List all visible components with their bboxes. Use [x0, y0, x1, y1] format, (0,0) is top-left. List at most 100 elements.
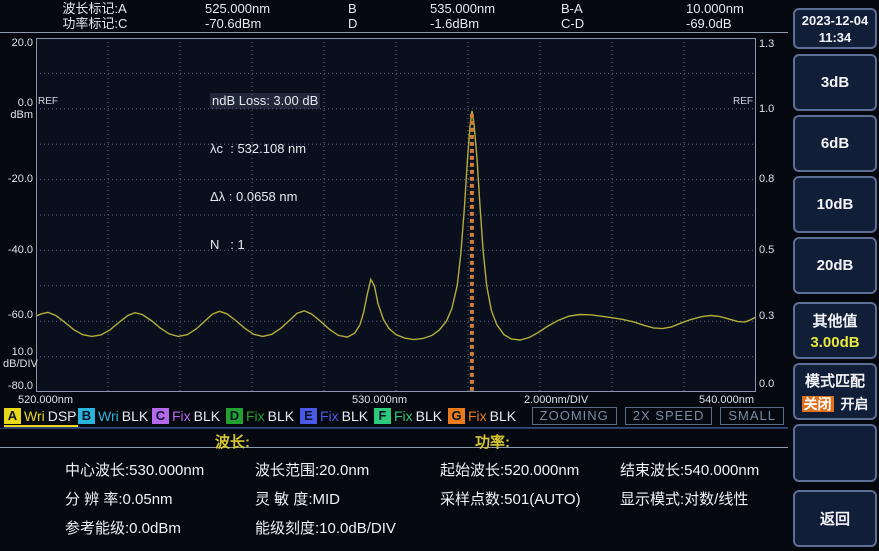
trace-button-c[interactable]: C Fix BLK	[152, 407, 226, 427]
trace-g-key-badge: G	[448, 408, 465, 424]
y-tick-n80: -80.0	[3, 380, 33, 392]
power-marker-row: 功率标记: C -70.6dBm D -1.6dBm C-D -69.0dB	[0, 16, 788, 31]
param-resolution: 分 辨 率:0.05nm	[65, 485, 255, 514]
trace-d-mode: Fix	[246, 408, 265, 424]
param-ref-level: 参考能级:0.0dBm	[65, 514, 255, 543]
zooming-badge[interactable]: ZOOMING	[532, 407, 617, 425]
y-scale-unit: dB/DIV	[3, 358, 33, 370]
x-label-center: 530.000nm	[352, 394, 407, 406]
power-section-title: 功率:	[475, 431, 510, 452]
softkey-empty	[793, 424, 877, 482]
trace-e-status: BLK	[342, 408, 368, 424]
trace-g-mode: Fix	[468, 408, 487, 424]
lambda-c-line: λc : 532.108 nm	[210, 141, 320, 157]
datetime-display: 2023-12-04 11:34	[793, 8, 877, 49]
marker-cd-value: -69.0dB	[686, 16, 788, 31]
n-count-line: N : 1	[210, 237, 320, 253]
trace-g-status: BLK	[490, 408, 516, 424]
softkey-sidebar: 2023-12-04 11:34 3dB 6dB 10dB 20dB 其他值 3…	[790, 0, 879, 551]
y2-tick-0p3: 0.3	[759, 310, 774, 322]
x-label-stop: 540.000nm	[699, 394, 754, 406]
softkey-6db[interactable]: 6dB	[793, 115, 877, 172]
softkey-10db-label: 10dB	[817, 196, 854, 213]
trace-button-a[interactable]: A Wri DSP	[4, 407, 78, 427]
param-stop-wavelength: 结束波长:540.000nm	[620, 456, 788, 485]
param-sample-points: 采样点数:501(AUTO)	[440, 485, 620, 514]
param-display-mode: 显示模式:对数/线性	[620, 485, 788, 514]
ref-label-left: REF	[38, 96, 58, 107]
trace-b-key-badge: B	[78, 408, 95, 424]
trace-button-g[interactable]: G Fix BLK	[448, 407, 522, 427]
param-center-wavelength: 中心波长:530.000nm	[65, 456, 255, 485]
trace-button-f[interactable]: F Fix BLK	[374, 407, 448, 427]
trace-c-mode: Fix	[172, 408, 191, 424]
time-text: 11:34	[819, 29, 852, 46]
marker-ba-value: 10.000nm	[686, 1, 788, 16]
mode-match-options: 关闭 开启	[802, 394, 869, 414]
trace-b-status: BLK	[122, 408, 148, 424]
mode-match-off-option[interactable]: 关闭	[802, 396, 834, 412]
trace-button-e[interactable]: E Fix BLK	[300, 407, 374, 427]
trace-e-mode: Fix	[320, 408, 339, 424]
softkey-3db-label: 3dB	[821, 74, 849, 91]
trace-a-key-badge: A	[4, 408, 21, 424]
trace-f-key-badge: F	[374, 408, 391, 424]
2x-speed-badge[interactable]: 2X SPEED	[625, 407, 713, 425]
y-tick-n20: -20.0	[3, 173, 33, 185]
back-button[interactable]: 返回	[793, 490, 877, 547]
back-button-label: 返回	[820, 508, 850, 529]
trace-c-key-badge: C	[152, 408, 169, 424]
mode-match-label: 模式匹配	[805, 370, 865, 391]
ndb-loss-line: ndB Loss: 3.00 dB	[210, 93, 320, 109]
trace-d-status: BLK	[268, 408, 294, 424]
footer-section-band: 波长: 功率:	[0, 428, 788, 448]
marker-b-value: 535.000nm	[430, 1, 561, 16]
softkey-other-value[interactable]: 其他值 3.00dB	[793, 302, 877, 359]
power-marker-label: 功率标记:	[0, 16, 118, 31]
marker-c-name: C	[118, 16, 205, 31]
trace-c-status: BLK	[194, 408, 220, 424]
softkey-mode-match[interactable]: 模式匹配 关闭 开启	[793, 363, 877, 420]
trace-a-status: DSP	[48, 408, 77, 424]
wavelength-marker-label: 波长标记:	[0, 1, 118, 16]
spectrum-plot	[36, 38, 756, 392]
osa-screen: 波长标记: A 525.000nm B 535.000nm B-A 10.000…	[0, 0, 879, 551]
param-level-scale: 能级刻度:10.0dB/DIV	[255, 514, 440, 543]
param-start-wavelength: 起始波长:520.000nm	[440, 456, 620, 485]
trace-e-key-badge: E	[300, 408, 317, 424]
marker-d-name: D	[348, 16, 430, 31]
softkey-20db[interactable]: 20dB	[793, 237, 877, 294]
y-unit-dbm: dBm	[3, 109, 33, 121]
y-scale-value: 10.0	[3, 346, 33, 358]
softkey-10db[interactable]: 10dB	[793, 176, 877, 233]
x-label-div: 2.000nm/DIV	[524, 394, 588, 406]
other-value-amount: 3.00dB	[810, 334, 859, 351]
y2-tick-0p5: 0.5	[759, 244, 774, 256]
mode-match-on-option[interactable]: 开启	[840, 396, 868, 412]
marker-a-name: A	[118, 1, 205, 16]
trace-button-b[interactable]: B Wri BLK	[78, 407, 152, 427]
y2-tick-0p8: 0.8	[759, 173, 774, 185]
marker-cd-name: C-D	[561, 16, 686, 31]
trace-f-mode: Fix	[394, 408, 413, 424]
softkey-6db-label: 6dB	[821, 135, 849, 152]
other-value-label: 其他值	[812, 310, 857, 331]
ref-label-right: REF	[729, 96, 753, 107]
settings-summary-grid: 中心波长:530.000nm 波长范围:20.0nm 起始波长:520.000n…	[0, 456, 788, 543]
trace-f-status: BLK	[416, 408, 442, 424]
ndb-loss-annotation: ndB Loss: 3.00 dB λc : 532.108 nm Δλ : 0…	[210, 61, 320, 285]
delta-lambda-line: Δλ : 0.0658 nm	[210, 189, 320, 205]
softkey-3db[interactable]: 3dB	[793, 54, 877, 111]
wavelength-section-title: 波长:	[215, 431, 250, 452]
marker-a-value: 525.000nm	[205, 1, 348, 16]
marker-ba-name: B-A	[561, 1, 686, 16]
small-badge[interactable]: SMALL	[720, 407, 784, 425]
marker-d-value: -1.6dBm	[430, 16, 561, 31]
y-tick-n40: -40.0	[3, 244, 33, 256]
trace-a-mode: Wri	[24, 408, 45, 424]
marker-b-name: B	[348, 1, 430, 16]
date-text: 2023-12-04	[802, 12, 869, 29]
param-sensitivity: 灵 敏 度:MID	[255, 485, 440, 514]
trace-button-d[interactable]: D Fix BLK	[226, 407, 300, 427]
marker-readout-header: 波长标记: A 525.000nm B 535.000nm B-A 10.000…	[0, 0, 788, 33]
